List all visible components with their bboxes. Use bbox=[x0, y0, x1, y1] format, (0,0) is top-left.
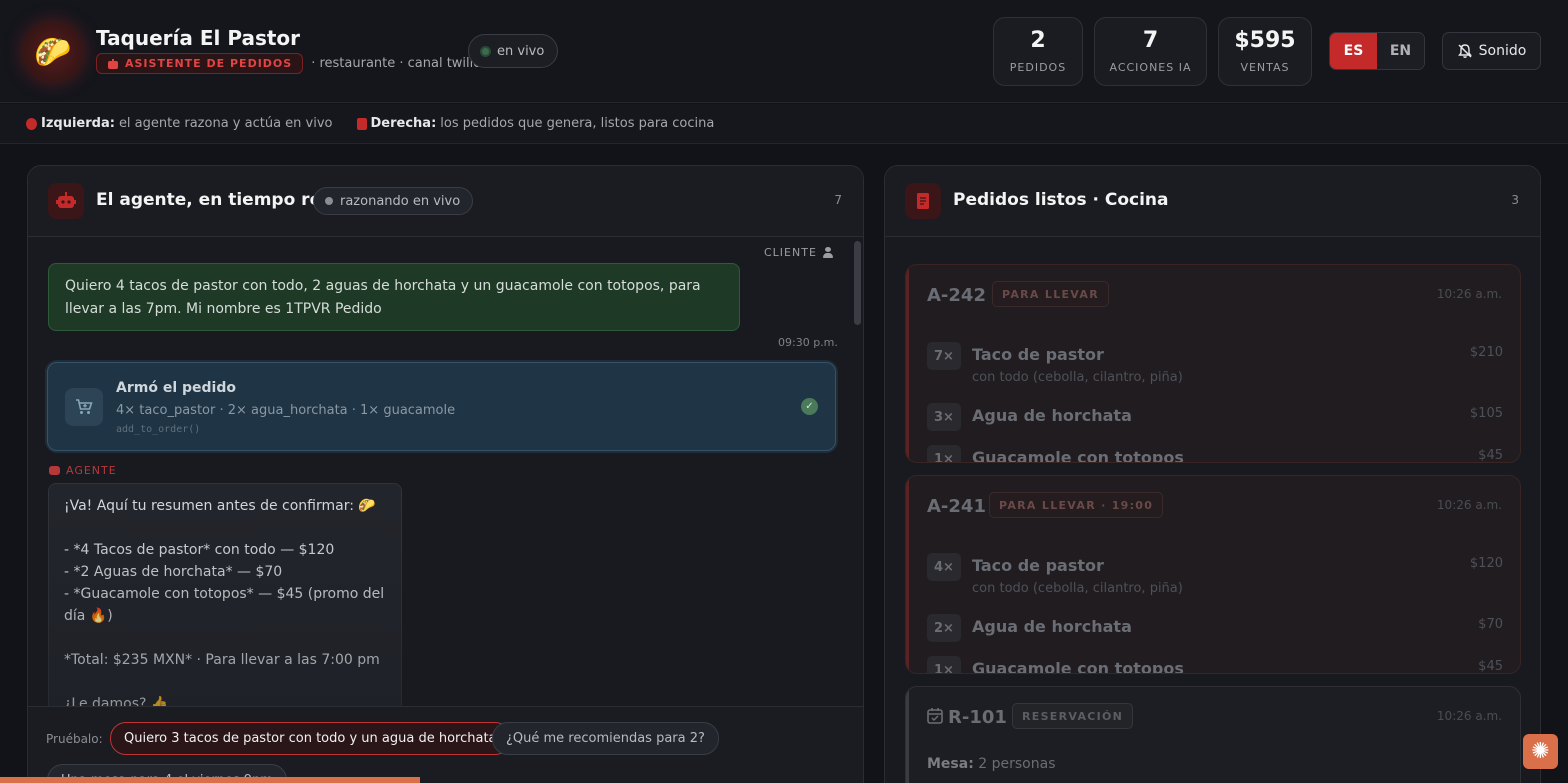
order-type-tag: PARA LLEVAR bbox=[992, 281, 1109, 307]
reasoning-status-pill: razonando en vivo bbox=[313, 187, 474, 215]
order-item: 3× Agua de horchata $105 bbox=[927, 403, 1503, 433]
stat-orders: 2 PEDIDOS bbox=[993, 17, 1083, 86]
order-item: 1× Guacamole con totopos $45 bbox=[927, 656, 1503, 673]
assistant-badge: ASISTENTE DE PEDIDOS bbox=[96, 53, 304, 74]
agent-message-bubble: ¡Va! Aquí tu resumen antes de confirmar:… bbox=[48, 483, 402, 723]
cart-icon bbox=[65, 388, 103, 426]
try-label: Pruébalo: bbox=[46, 732, 103, 746]
order-time: 10:26 a.m. bbox=[1436, 287, 1502, 301]
order-id: A-242 bbox=[927, 285, 986, 306]
action-description: 4× taco_pastor · 2× agua_horchata · 1× g… bbox=[116, 403, 456, 418]
order-card[interactable]: A-241 PARA LLEVAR · 19:00 10:26 a.m. 4× … bbox=[905, 475, 1521, 674]
status-dot bbox=[325, 197, 333, 205]
stat-sales: $595 VENTAS bbox=[1218, 17, 1312, 86]
order-card[interactable]: A-242 PARA LLEVAR 10:26 a.m. 7× Taco de … bbox=[905, 264, 1521, 463]
language-toggle: ES EN bbox=[1329, 32, 1425, 70]
receipt-icon bbox=[356, 117, 367, 130]
orders-panel: Pedidos listos · Cocina 3 A-242 PARA LLE… bbox=[884, 165, 1541, 783]
suggestion-chip[interactable]: Quiero 3 tacos de pastor con todo y un a… bbox=[110, 722, 511, 755]
calendar-icon bbox=[927, 708, 943, 724]
bot-icon bbox=[49, 466, 60, 475]
agent-panel-title: El agente, en tiempo real bbox=[96, 190, 339, 210]
mute-bell-icon bbox=[1457, 44, 1472, 58]
brain-icon bbox=[26, 117, 37, 130]
sound-button[interactable]: Sonido bbox=[1442, 32, 1541, 70]
stat-ai-actions: 7 ACCIONES IA bbox=[1094, 17, 1207, 86]
action-title: Armó el pedido bbox=[116, 380, 236, 396]
order-item: 7× Taco de pastor con todo (cebolla, cil… bbox=[927, 342, 1503, 388]
chat-scrollbar[interactable] bbox=[854, 241, 861, 325]
order-id: A-241 bbox=[927, 496, 986, 517]
tool-action-card[interactable]: Armó el pedido 4× taco_pastor · 2× agua_… bbox=[47, 362, 836, 451]
reservation-tag: RESERVACIÓN bbox=[1012, 703, 1134, 729]
reservation-id: R-101 bbox=[948, 707, 1007, 728]
restaurant-title: Taquería El Pastor bbox=[96, 26, 301, 50]
order-item: 2× Agua de horchata $70 bbox=[927, 614, 1503, 644]
agent-action-count: 7 bbox=[834, 193, 842, 207]
order-type-tag: PARA LLEVAR · 19:00 bbox=[989, 492, 1164, 518]
order-time: 10:26 a.m. bbox=[1436, 498, 1502, 512]
suggestions-bar: Pruébalo: Quiero 3 tacos de pastor con t… bbox=[28, 706, 863, 783]
bot-icon bbox=[108, 58, 118, 69]
order-item: 4× Taco de pastor con todo (cebolla, cil… bbox=[927, 553, 1503, 599]
legend-left: Izquierda: el agente razona y actúa en v… bbox=[26, 116, 333, 131]
lang-en-button[interactable]: EN bbox=[1377, 33, 1424, 69]
live-status-pill: en vivo bbox=[468, 34, 559, 68]
order-item: 1× Guacamole con totopos $45 bbox=[927, 445, 1503, 462]
client-message-time: 09:30 p.m. bbox=[778, 336, 838, 349]
reservation-table-info: Mesa: 2 personas bbox=[927, 756, 1056, 772]
check-icon: ✓ bbox=[801, 398, 818, 415]
agent-panel-header: El agente, en tiempo real razonando en v… bbox=[28, 166, 863, 237]
client-label: CLIENTE bbox=[764, 246, 833, 259]
legend-bar: Izquierda: el agente razona y actúa en v… bbox=[0, 104, 1568, 144]
taco-logo-icon: 🌮 bbox=[22, 21, 84, 83]
action-function-name: add_to_order() bbox=[116, 424, 201, 435]
receipt-icon bbox=[905, 183, 941, 219]
agent-label: AGENTE bbox=[49, 464, 117, 477]
user-icon bbox=[822, 247, 833, 258]
channel-info: · restaurante · canal twilio bbox=[311, 56, 482, 71]
live-dot bbox=[480, 45, 491, 57]
suggestion-chip[interactable]: ¿Qué me recomiendas para 2? bbox=[492, 722, 719, 755]
app-header: 🌮 Taquería El Pastor ASISTENTE DE PEDIDO… bbox=[0, 0, 1568, 103]
progress-accent-bar bbox=[0, 777, 420, 783]
reservation-time: 10:26 a.m. bbox=[1436, 709, 1502, 723]
legend-right: Derecha: los pedidos que genera, listos … bbox=[356, 116, 714, 131]
brand-subline: ASISTENTE DE PEDIDOS · restaurante · can… bbox=[96, 53, 481, 74]
client-message-bubble: Quiero 4 tacos de pastor con todo, 2 agu… bbox=[48, 263, 740, 331]
orders-count: 3 bbox=[1511, 193, 1519, 207]
orders-list: A-242 PARA LLEVAR 10:26 a.m. 7× Taco de … bbox=[885, 238, 1540, 783]
bot-icon bbox=[48, 183, 84, 219]
sparkle-icon[interactable]: ✺ bbox=[1523, 734, 1558, 769]
reservation-card[interactable]: R-101 RESERVACIÓN 10:26 a.m. Mesa: 2 per… bbox=[905, 686, 1521, 783]
lang-es-button[interactable]: ES bbox=[1330, 33, 1377, 69]
orders-panel-header: Pedidos listos · Cocina 3 bbox=[885, 166, 1540, 237]
orders-panel-title: Pedidos listos · Cocina bbox=[953, 190, 1169, 210]
agent-panel: El agente, en tiempo real razonando en v… bbox=[27, 165, 864, 783]
